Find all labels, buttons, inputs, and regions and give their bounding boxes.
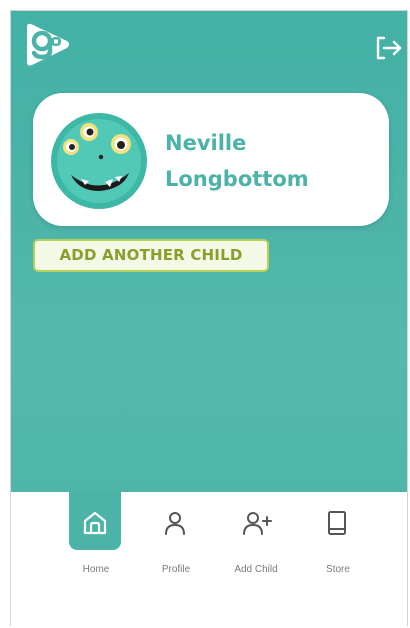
nav-label-store: Store [326,564,350,575]
nav-item-add-child[interactable]: Add Child [221,492,291,582]
home-icon [83,511,107,535]
nav-label-home: Home [82,564,110,575]
nav-item-store[interactable]: Store [303,492,373,582]
nav-home-highlight [69,492,121,550]
ginger-logo-icon [23,21,71,69]
nav-profile-wrap [149,492,201,550]
home-screen: Neville Longbottom ADD ANOTHER CHILD [11,11,407,492]
monster-avatar [49,111,149,211]
profile-icon [165,512,185,535]
nav-label-add-child: Add Child [234,564,278,575]
child-card[interactable]: Neville Longbottom [33,93,389,226]
app-frame: Neville Longbottom ADD ANOTHER CHILD Hom… [10,10,408,626]
nav-label-profile: Profile [161,564,191,575]
add-another-child-button[interactable]: ADD ANOTHER CHILD [33,239,269,272]
logout-icon[interactable] [371,31,405,65]
add-user-icon [243,512,272,535]
nav-add-child-wrap [229,492,281,550]
book-icon [328,511,346,535]
child-last-name: Longbottom [165,167,309,191]
nav-item-home[interactable]: Home [61,492,131,582]
bottom-nav: Home Profile Add Child Store [11,492,407,626]
child-first-name: Neville [165,131,247,155]
nav-store-wrap [311,492,363,550]
nav-item-profile[interactable]: Profile [141,492,211,582]
child-name: Neville Longbottom [165,125,375,197]
